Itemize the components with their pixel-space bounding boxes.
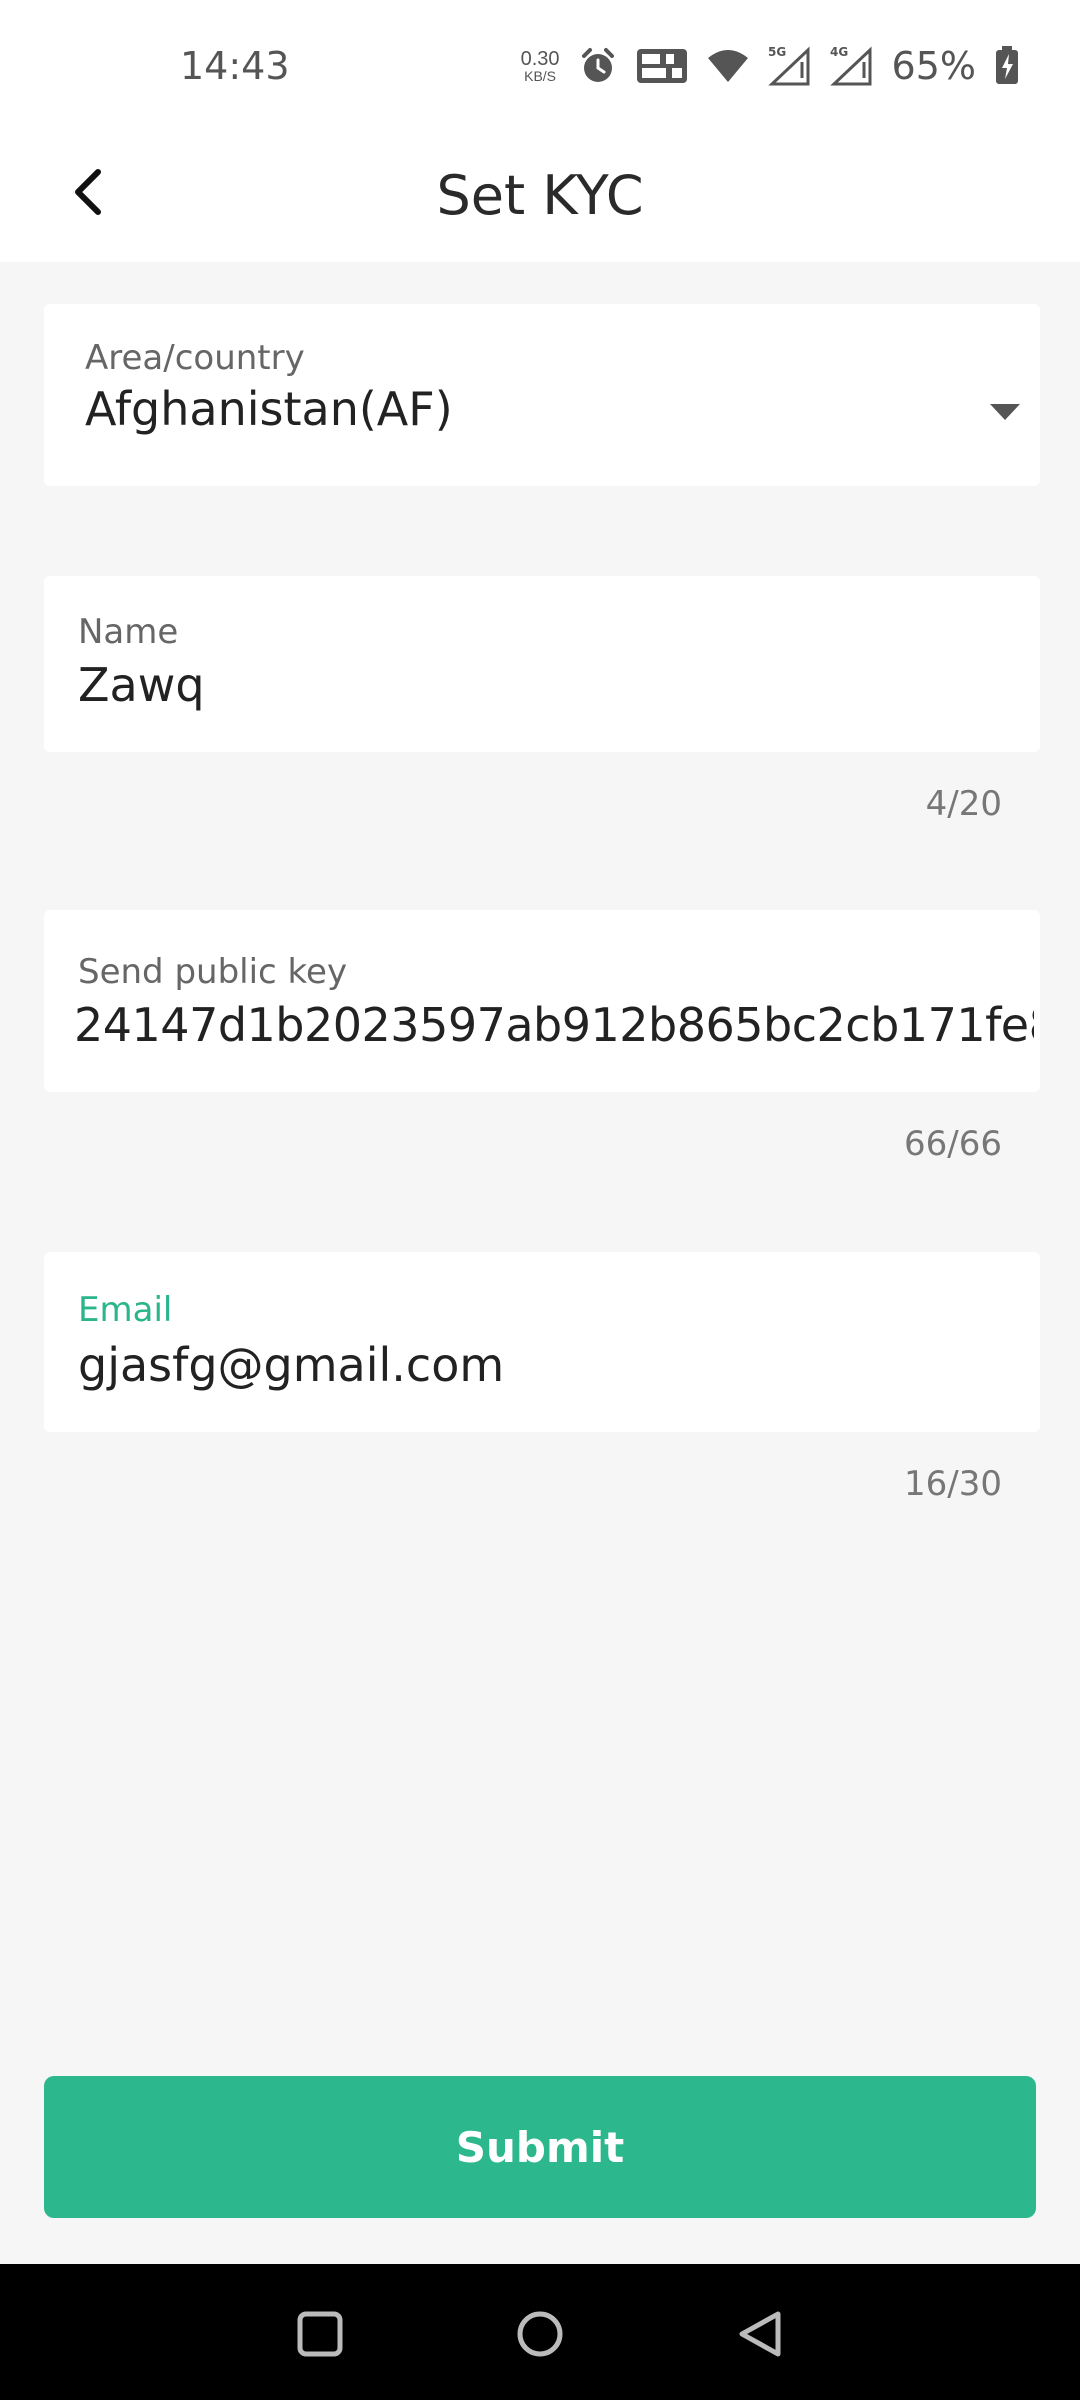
public-key-label: Send public key — [78, 952, 348, 992]
svg-text:5G: 5G — [768, 45, 786, 59]
email-char-counter: 16/30 — [904, 1464, 1002, 1504]
volte-icon — [636, 48, 688, 84]
status-icons: 0.30 KB/S 5G 4G 65% — [521, 42, 1020, 90]
back-button[interactable] — [48, 154, 128, 234]
area-country-label: Area/country — [85, 338, 305, 378]
email-input[interactable]: gjasfg@gmail.com — [78, 1338, 504, 1392]
email-field[interactable]: Email gjasfg@gmail.com — [44, 1252, 1040, 1432]
network-speed: 0.30 KB/S — [521, 49, 560, 83]
network-speed-value: 0.30 — [520, 48, 560, 70]
wifi-icon — [706, 48, 750, 84]
name-char-counter: 4/20 — [925, 784, 1002, 824]
public-key-input[interactable]: 24147d1b2023597ab912b865bc2cb171fe800 — [74, 998, 1034, 1052]
public-key-char-counter: 66/66 — [904, 1124, 1002, 1164]
nav-back-icon[interactable] — [730, 2304, 790, 2364]
page-title: Set KYC — [436, 163, 644, 227]
public-key-field[interactable]: Send public key 24147d1b2023597ab912b865… — [44, 910, 1040, 1092]
battery-percentage: 65% — [891, 44, 976, 88]
signal-4g-icon: 4G — [830, 44, 874, 88]
name-field[interactable]: Name Zawq — [44, 576, 1040, 752]
alarm-icon — [578, 46, 618, 86]
system-nav-bar — [0, 2264, 1080, 2400]
chevron-left-icon — [68, 168, 108, 221]
recent-apps-icon[interactable] — [290, 2304, 350, 2364]
name-input[interactable]: Zawq — [78, 658, 205, 712]
svg-text:4G: 4G — [830, 45, 848, 59]
signal-5g-icon: 5G — [768, 44, 812, 88]
status-time: 14:43 — [180, 44, 290, 88]
email-label: Email — [78, 1290, 173, 1330]
battery-charging-icon — [994, 46, 1020, 86]
name-label: Name — [78, 612, 179, 652]
network-speed-unit: KB/S — [524, 68, 557, 84]
submit-button[interactable]: Submit — [44, 2076, 1036, 2218]
status-bar: 14:43 0.30 KB/S 5G 4G 65% — [0, 0, 1080, 128]
area-country-select[interactable]: Area/country Afghanistan(AF) — [44, 304, 1040, 486]
home-icon[interactable] — [510, 2304, 570, 2364]
app-header: Set KYC — [0, 128, 1080, 262]
area-country-value: Afghanistan(AF) — [85, 382, 453, 436]
caret-down-icon[interactable] — [988, 400, 1022, 422]
